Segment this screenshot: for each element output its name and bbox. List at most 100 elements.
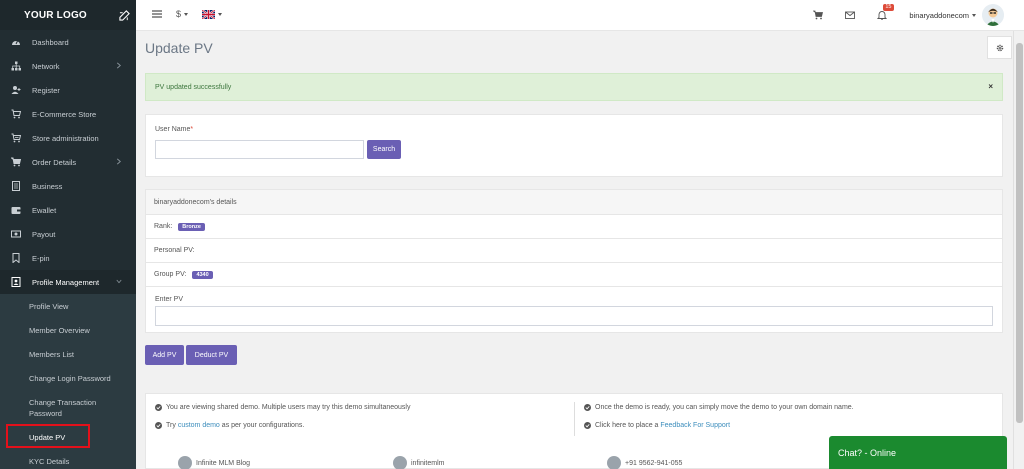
- submenu-item-members-list[interactable]: Members List: [0, 342, 136, 366]
- group-pv-label: Group PV:: [154, 271, 187, 278]
- sidebar-item-label: Register: [32, 85, 60, 95]
- submenu-item-kyc-details[interactable]: KYC Details: [0, 449, 136, 469]
- check-circle-icon: [155, 404, 162, 411]
- user-name-input[interactable]: [155, 140, 364, 159]
- cart-plus-icon: [11, 133, 21, 143]
- required-mark: *: [190, 126, 194, 133]
- sidebar-item-dashboard[interactable]: Dashboard: [0, 30, 136, 54]
- edit-icon[interactable]: [119, 9, 130, 21]
- sidebar-item-label: Store administration: [32, 133, 99, 143]
- demo-info-line-2: Try custom demo as per your configuratio…: [155, 422, 304, 429]
- cart-icon[interactable]: [813, 10, 824, 20]
- rank-row: Rank: Bronze: [146, 215, 1002, 239]
- sitemap-icon: [11, 61, 21, 71]
- cart-icon: [11, 109, 21, 119]
- topbar-right: 15 binaryaddonecom: [813, 3, 1004, 27]
- sidebar-item-store-administration[interactable]: Store administration: [0, 126, 136, 150]
- chevron-right-icon: [116, 158, 121, 165]
- wallet-icon: [11, 205, 21, 215]
- notifications-button[interactable]: 15: [877, 4, 894, 20]
- phone-link[interactable]: +91 9562-941-055: [607, 456, 682, 469]
- deduct-pv-button[interactable]: Deduct PV: [186, 345, 237, 365]
- close-icon[interactable]: ×: [988, 82, 993, 91]
- sidebar-nav: Dashboard Network Register E-Commerce St…: [0, 30, 136, 294]
- language-dropdown[interactable]: [202, 9, 223, 20]
- submenu-item-member-overview[interactable]: Member Overview: [0, 318, 136, 342]
- blog-icon: [178, 456, 192, 469]
- currency-dropdown[interactable]: $: [176, 9, 189, 20]
- user-menu[interactable]: binaryaddonecom: [909, 11, 976, 20]
- demo-info-text: as per your configurations.: [221, 422, 305, 429]
- currency-symbol: $: [176, 9, 182, 20]
- skype-label: infinitemlm: [411, 459, 445, 467]
- phone-icon: [607, 456, 621, 469]
- feedback-link[interactable]: Feedback For Support: [660, 422, 730, 429]
- avatar[interactable]: [982, 4, 1004, 26]
- caret-down-icon: [218, 13, 223, 17]
- sidebar-item-epin[interactable]: E-pin: [0, 246, 136, 270]
- sidebar-item-label: E-pin: [32, 253, 50, 263]
- blog-label: Infinite MLM Blog: [196, 459, 251, 467]
- success-alert: PV updated successfully ×: [145, 73, 1003, 101]
- bookmark-icon: [11, 253, 21, 263]
- blog-link[interactable]: Infinite MLM Blog: [178, 456, 250, 469]
- demo-info-line-1: You are viewing shared demo. Multiple us…: [155, 404, 410, 411]
- sidebar-item-ewallet[interactable]: Ewallet: [0, 198, 136, 222]
- search-button[interactable]: Search: [367, 140, 401, 159]
- submenu-item-change-login-password[interactable]: Change Login Password: [0, 366, 136, 390]
- add-pv-button[interactable]: Add PV: [145, 345, 184, 365]
- skype-link[interactable]: infinitemlm: [393, 456, 444, 469]
- alert-message: PV updated successfully: [155, 84, 232, 91]
- sidebar-item-label: Business: [32, 181, 63, 191]
- check-circle-icon: [155, 422, 162, 429]
- sidebar-item-network[interactable]: Network: [0, 54, 136, 78]
- chevron-down-icon: [116, 279, 122, 284]
- sidebar-item-business[interactable]: Business: [0, 174, 136, 198]
- mail-icon[interactable]: [845, 10, 856, 20]
- sidebar-item-label: Ewallet: [32, 205, 57, 215]
- submenu-item-profile-view[interactable]: Profile View: [0, 294, 136, 318]
- dashboard-icon: [11, 37, 21, 47]
- bell-icon: [877, 11, 888, 20]
- custom-demo-link[interactable]: custom demo: [178, 422, 220, 429]
- document-icon: [11, 181, 21, 191]
- group-pv-badge: 4340: [192, 270, 213, 279]
- highlight-box: [6, 424, 90, 448]
- logo-bar: YOUR LOGO: [0, 0, 136, 30]
- demo-info-line-3: Once the demo is ready, you can simply m…: [584, 404, 854, 411]
- sidebar-item-register[interactable]: Register: [0, 78, 136, 102]
- caret-down-icon: [972, 14, 976, 18]
- user-plus-icon: [11, 85, 21, 95]
- sidebar-item-label: Network: [32, 61, 60, 71]
- sidebar-item-profile-management[interactable]: Profile Management: [0, 270, 136, 294]
- submenu-item-change-transaction-password[interactable]: Change Transaction Password: [0, 390, 136, 425]
- sidebar-item-label: Dashboard: [32, 37, 69, 47]
- menu-toggle-icon[interactable]: [152, 10, 162, 18]
- sidebar-item-label: Payout: [32, 229, 56, 239]
- sidebar-item-payout[interactable]: Payout: [0, 222, 136, 246]
- personal-pv-label: Personal PV:: [154, 247, 195, 254]
- submenu-item-label: Change Transaction Password: [29, 397, 97, 418]
- page-scrollbar[interactable]: [1013, 31, 1024, 469]
- logo[interactable]: YOUR LOGO: [24, 10, 87, 21]
- personal-pv-row: Personal PV:: [146, 239, 1002, 263]
- id-card-icon: [11, 277, 21, 287]
- demo-info-text: Click here to place a: [595, 422, 659, 429]
- notification-badge: 15: [883, 4, 894, 11]
- money-icon: [11, 229, 21, 239]
- rank-label: Rank:: [154, 223, 173, 230]
- divider: [574, 402, 575, 436]
- chevron-right-icon: [116, 62, 121, 69]
- user-name-label-text: User Name: [155, 126, 191, 133]
- sidebar-item-ecommerce-store[interactable]: E-Commerce Store: [0, 102, 136, 126]
- sidebar: YOUR LOGO Dashboard Network Register E-C…: [0, 0, 136, 469]
- settings-button[interactable]: [987, 36, 1012, 59]
- uk-flag-icon: [202, 10, 216, 20]
- sidebar-item-label: E-Commerce Store: [32, 109, 97, 119]
- scrollbar-thumb[interactable]: [1016, 43, 1023, 423]
- enter-pv-input[interactable]: [155, 306, 993, 326]
- demo-info-text: Once the demo is ready, you can simply m…: [595, 404, 854, 411]
- sidebar-item-order-details[interactable]: Order Details: [0, 150, 136, 174]
- phone-label: +91 9562-941-055: [625, 459, 683, 467]
- chat-widget[interactable]: Chat? - Online: [829, 436, 1007, 469]
